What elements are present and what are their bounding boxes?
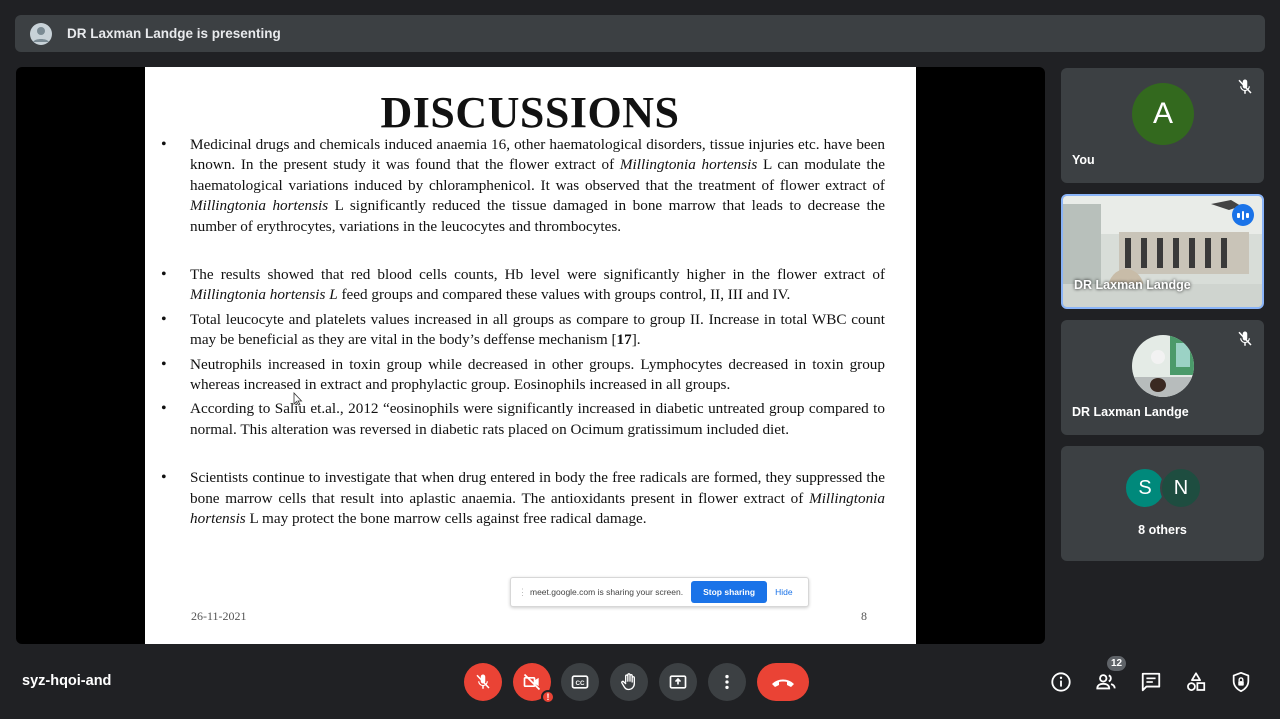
share-message: meet.google.com is sharing your screen. xyxy=(530,587,684,597)
presentation-stage: DISCUSSIONS Medicinal drugs and chemical… xyxy=(16,67,1045,644)
people-count-badge: 12 xyxy=(1106,655,1128,672)
bullet-item: Total leucocyte and platelets values inc… xyxy=(161,310,885,351)
speaking-indicator-icon xyxy=(1232,204,1254,226)
participant-name: You xyxy=(1072,153,1095,167)
avatar: N xyxy=(1160,467,1202,509)
bullet-item: Scientists continue to investigate that … xyxy=(161,468,885,529)
chat-button[interactable] xyxy=(1138,669,1164,695)
host-controls-button[interactable] xyxy=(1228,669,1254,695)
slide-bullets: Medicinal drugs and chemicals induced an… xyxy=(161,135,885,530)
mic-off-icon xyxy=(1238,331,1252,346)
bullet-item: According to Saliu et.al., 2012 “eosinop… xyxy=(161,399,885,440)
slide-title: DISCUSSIONS xyxy=(380,88,680,137)
activities-icon xyxy=(1187,672,1206,691)
svg-text:CC: CC xyxy=(575,680,585,687)
people-button[interactable] xyxy=(1093,669,1119,695)
participant-name: DR Laxman Landge xyxy=(1074,278,1191,292)
hang-up-icon xyxy=(772,679,794,687)
more-vert-icon xyxy=(725,674,729,690)
mic-off-icon xyxy=(1238,79,1252,94)
participant-tile-presenter[interactable]: DR Laxman Landge xyxy=(1061,320,1264,435)
meeting-code: syz-hqoi-and xyxy=(22,673,112,689)
shield-lock-icon xyxy=(1232,671,1250,693)
leave-call-button[interactable] xyxy=(757,663,809,701)
presenting-banner: DR Laxman Landge is presenting xyxy=(15,15,1265,52)
slide-page-number: 8 xyxy=(861,609,867,623)
participant-tile-others[interactable]: S N 8 others xyxy=(1061,446,1264,561)
more-options-button[interactable] xyxy=(708,663,746,701)
hand-icon xyxy=(621,673,635,691)
warning-icon: ! xyxy=(541,690,555,704)
participant-tile-presenter-video[interactable]: DR Laxman Landge xyxy=(1061,194,1264,309)
drag-handle-icon[interactable]: ⋮ xyxy=(518,588,527,597)
chat-icon xyxy=(1141,672,1161,692)
present-now-button[interactable] xyxy=(659,663,697,701)
hide-toast-link[interactable]: Hide xyxy=(775,587,792,597)
avatar: A xyxy=(1132,83,1194,145)
bullet-item: Neutrophils increased in toxin group whi… xyxy=(161,355,885,396)
presenting-text: DR Laxman Landge is presenting xyxy=(67,26,281,41)
captions-icon: CC xyxy=(571,675,589,689)
raise-hand-button[interactable] xyxy=(610,663,648,701)
info-icon xyxy=(1051,672,1071,692)
activities-button[interactable] xyxy=(1183,669,1209,695)
present-screen-icon xyxy=(669,675,687,689)
participant-name: DR Laxman Landge xyxy=(1072,405,1189,419)
mouse-cursor-icon xyxy=(293,392,303,406)
presentation-slide: DISCUSSIONS Medicinal drugs and chemical… xyxy=(145,67,916,644)
meet-window: DR Laxman Landge is presenting DISCUSSIO… xyxy=(0,0,1280,719)
others-count-label: 8 others xyxy=(1138,523,1187,537)
camera-off-icon xyxy=(523,673,541,691)
meeting-details-button[interactable] xyxy=(1048,669,1074,695)
mic-off-icon xyxy=(476,674,490,689)
slide-footer-date: 26-11-2021 xyxy=(191,609,247,623)
bullet-item: Medicinal drugs and chemicals induced an… xyxy=(161,135,885,237)
presenter-avatar-icon xyxy=(29,22,53,46)
toggle-camera-button[interactable]: ! xyxy=(513,663,555,704)
avatar xyxy=(1132,335,1194,397)
screen-share-toast: ⋮ meet.google.com is sharing your screen… xyxy=(510,577,809,607)
captions-button[interactable]: CC xyxy=(561,663,599,701)
stop-sharing-button[interactable]: Stop sharing xyxy=(691,581,768,603)
people-icon xyxy=(1096,674,1116,690)
toggle-mic-button[interactable] xyxy=(464,663,502,701)
participant-tile-you[interactable]: A You xyxy=(1061,68,1264,183)
bullet-item: The results showed that red blood cells … xyxy=(161,265,885,306)
